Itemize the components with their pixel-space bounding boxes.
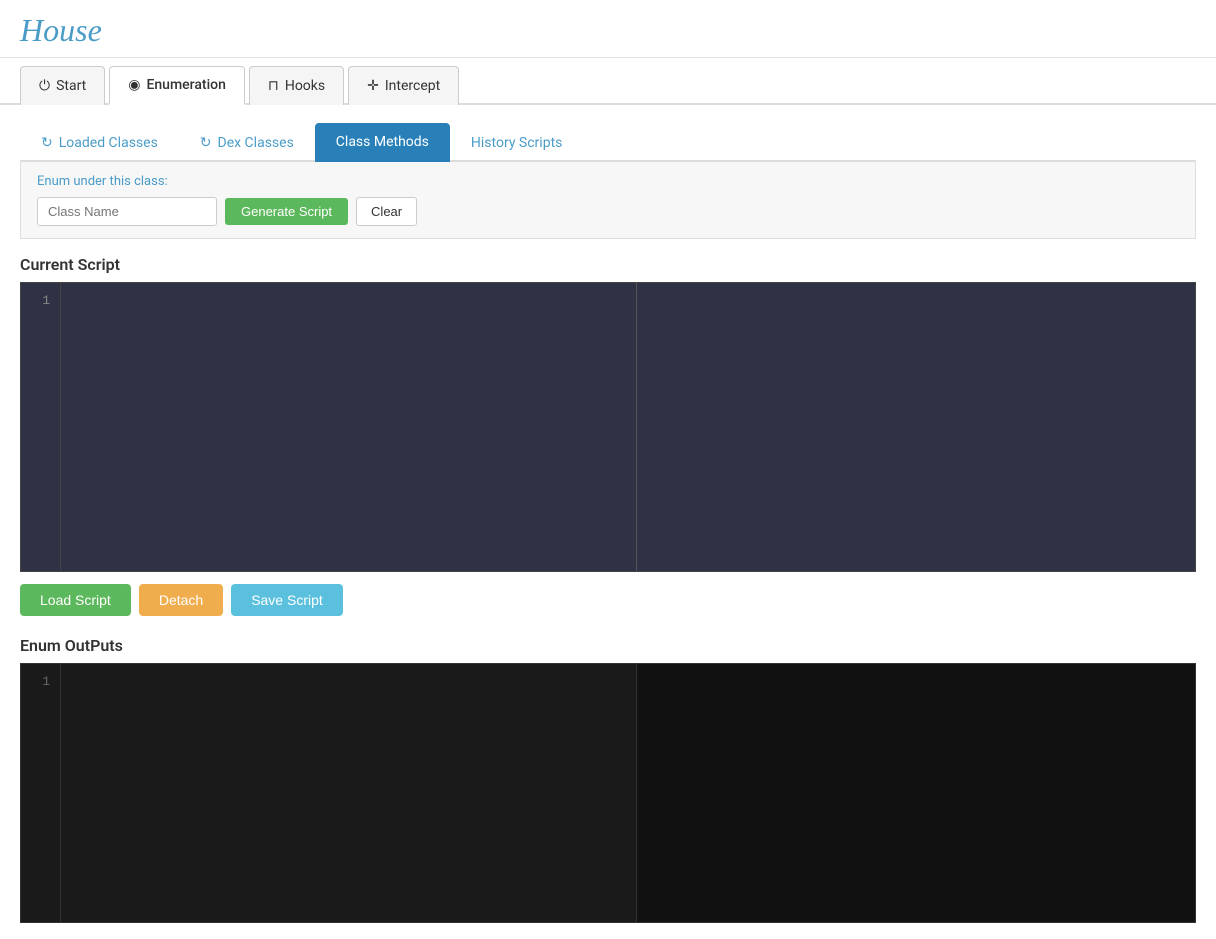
- nav-tab-hooks-label: Hooks: [285, 78, 325, 94]
- script-textarea[interactable]: [61, 283, 636, 571]
- script-right-panel: [636, 283, 1196, 571]
- detach-button[interactable]: Detach: [139, 584, 223, 616]
- refresh-icon-loaded: ↻: [41, 135, 53, 151]
- app-header: House: [0, 0, 1216, 58]
- nav-tab-hooks[interactable]: ⊓ Hooks: [249, 66, 344, 105]
- nav-tab-enumeration[interactable]: ◉ Enumeration: [109, 66, 245, 105]
- sub-tab-history-scripts[interactable]: History Scripts: [450, 123, 583, 162]
- load-script-button[interactable]: Load Script: [20, 584, 131, 616]
- output-line-number-1: 1: [31, 672, 50, 692]
- enum-outputs-editor: 1: [20, 663, 1196, 923]
- main-content: ↻ Loaded Classes ↻ Dex Classes Class Met…: [0, 105, 1216, 939]
- nav-tab-intercept-label: Intercept: [385, 78, 440, 94]
- enum-label: Enum under this class:: [37, 174, 1179, 189]
- output-line-numbers: 1: [21, 664, 61, 922]
- intercept-icon: ✛: [367, 78, 379, 94]
- hooks-icon: ⊓: [268, 78, 279, 94]
- action-buttons: Load Script Detach Save Script: [20, 584, 1196, 616]
- line-number-1: 1: [31, 291, 50, 311]
- sub-tab-class-methods-label: Class Methods: [336, 134, 429, 150]
- sub-tab-loaded-classes-label: Loaded Classes: [59, 135, 158, 151]
- nav-tab-intercept[interactable]: ✛ Intercept: [348, 66, 459, 105]
- sub-tab-history-scripts-label: History Scripts: [471, 135, 562, 151]
- sub-tab-dex-classes-label: Dex Classes: [218, 135, 294, 151]
- class-name-input[interactable]: [37, 197, 217, 226]
- sub-tab-dex-classes[interactable]: ↻ Dex Classes: [179, 123, 315, 162]
- enum-panel: Enum under this class: Generate Script C…: [20, 162, 1196, 239]
- enum-controls: Generate Script Clear: [37, 197, 1179, 226]
- output-area-left: [61, 664, 636, 922]
- current-script-editor: 1: [20, 282, 1196, 572]
- circle-icon: ◉: [128, 77, 140, 93]
- current-script-title: Current Script: [20, 255, 1196, 274]
- output-area-right: [636, 664, 1196, 922]
- sub-tabs: ↻ Loaded Classes ↻ Dex Classes Class Met…: [20, 121, 1196, 162]
- enum-outputs-title: Enum OutPuts: [20, 636, 1196, 655]
- sub-tab-class-methods[interactable]: Class Methods: [315, 123, 450, 162]
- generate-script-button[interactable]: Generate Script: [225, 198, 348, 225]
- line-numbers-left: 1: [21, 283, 61, 571]
- nav-tab-enumeration-label: Enumeration: [146, 77, 225, 93]
- sub-tab-loaded-classes[interactable]: ↻ Loaded Classes: [20, 123, 179, 162]
- power-icon: ⏻: [39, 78, 50, 94]
- clear-button[interactable]: Clear: [356, 197, 417, 226]
- nav-tab-start-label: Start: [56, 78, 86, 94]
- app-title: House: [20, 12, 1196, 49]
- save-script-button[interactable]: Save Script: [231, 584, 343, 616]
- nav-tab-start[interactable]: ⏻ Start: [20, 66, 105, 105]
- nav-bar: ⏻ Start ◉ Enumeration ⊓ Hooks ✛ Intercep…: [0, 64, 1216, 105]
- refresh-icon-dex: ↻: [200, 135, 212, 151]
